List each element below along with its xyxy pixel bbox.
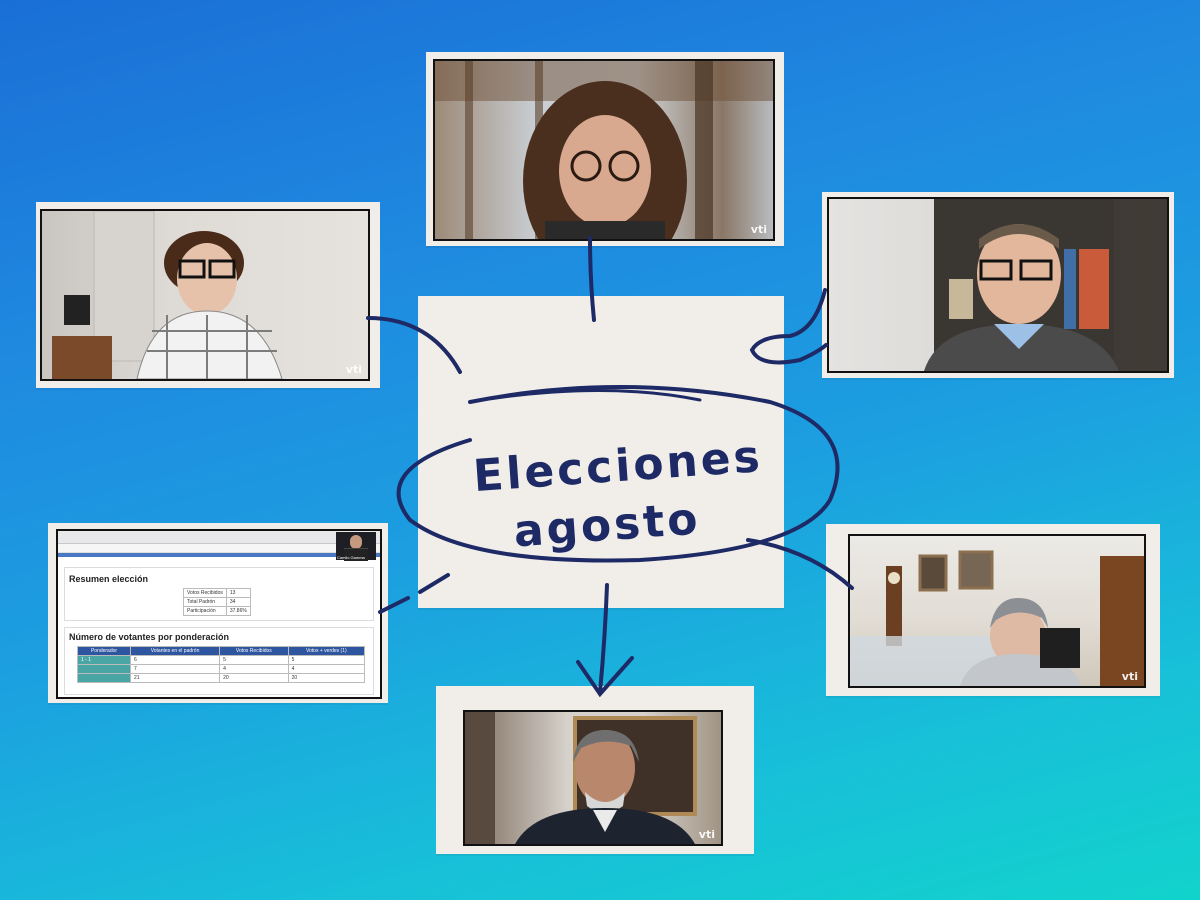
title-ellipse-inner xyxy=(468,389,702,404)
arrow-down-shaft xyxy=(598,583,609,694)
connector-bottom-right xyxy=(746,538,854,590)
connector-right xyxy=(749,288,828,365)
connector-screenshare-dashed xyxy=(378,573,450,614)
connector-left xyxy=(366,316,462,374)
arrow-down-head xyxy=(576,656,634,698)
connector-top xyxy=(588,236,596,322)
